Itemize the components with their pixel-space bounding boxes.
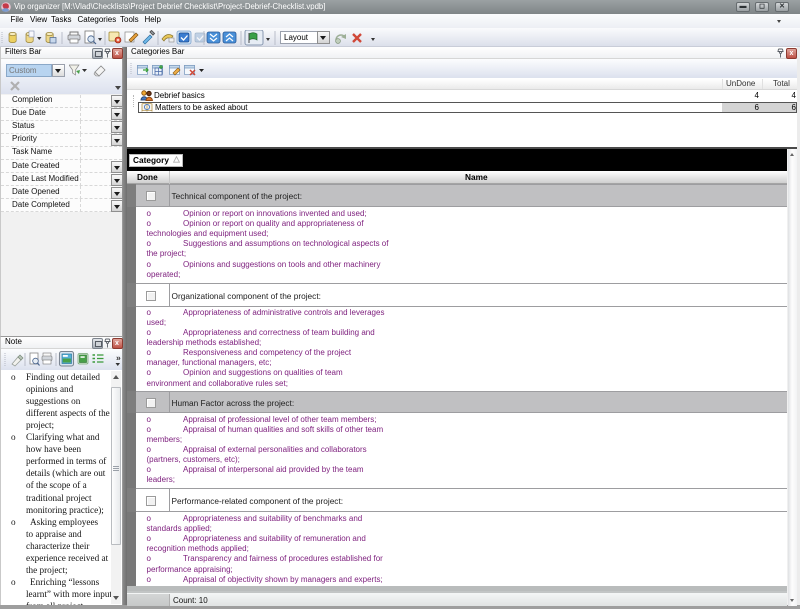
svg-text:»: » xyxy=(116,353,121,363)
